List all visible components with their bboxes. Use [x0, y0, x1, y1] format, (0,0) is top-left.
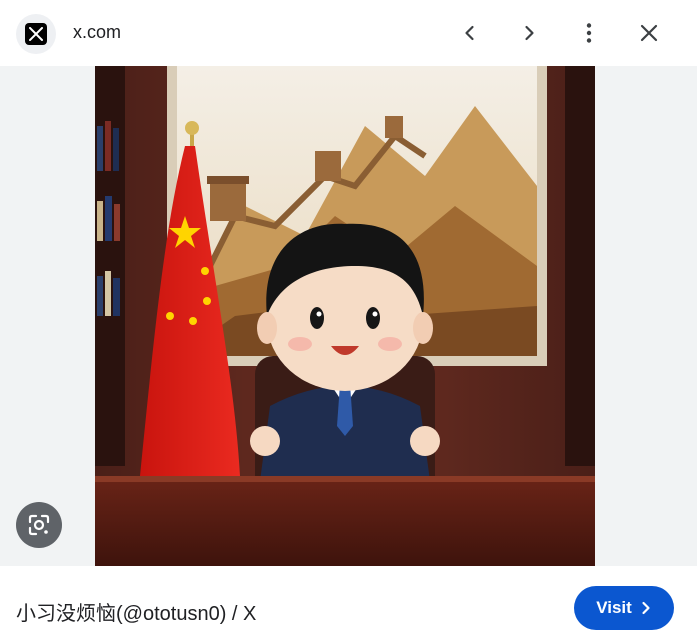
- google-lens-button[interactable]: [16, 502, 62, 548]
- result-title[interactable]: 小习没烦恼(@ototusn0) / X: [16, 597, 256, 626]
- chevron-left-icon: [465, 25, 474, 41]
- more-vert-icon: [586, 23, 592, 43]
- site-favicon: [16, 14, 56, 54]
- visit-button[interactable]: Visit: [574, 586, 674, 630]
- visit-label: Visit: [596, 598, 632, 617]
- chevron-right-icon: [642, 601, 650, 615]
- previous-button[interactable]: [455, 18, 485, 48]
- site-domain: x.com: [73, 22, 122, 42]
- result-footer: 小习没烦恼(@ototusn0) / X Visit: [0, 566, 697, 641]
- x-logo-icon: [25, 23, 47, 45]
- google-lens-icon: [28, 514, 50, 536]
- close-icon: [640, 24, 658, 42]
- more-options-button[interactable]: [574, 18, 604, 48]
- image-preview-area: [0, 66, 697, 566]
- close-button[interactable]: [634, 18, 664, 48]
- preview-image[interactable]: [95, 66, 595, 566]
- chevron-right-icon: [525, 25, 534, 41]
- top-bar: x.com: [0, 0, 697, 66]
- next-button[interactable]: [514, 18, 544, 48]
